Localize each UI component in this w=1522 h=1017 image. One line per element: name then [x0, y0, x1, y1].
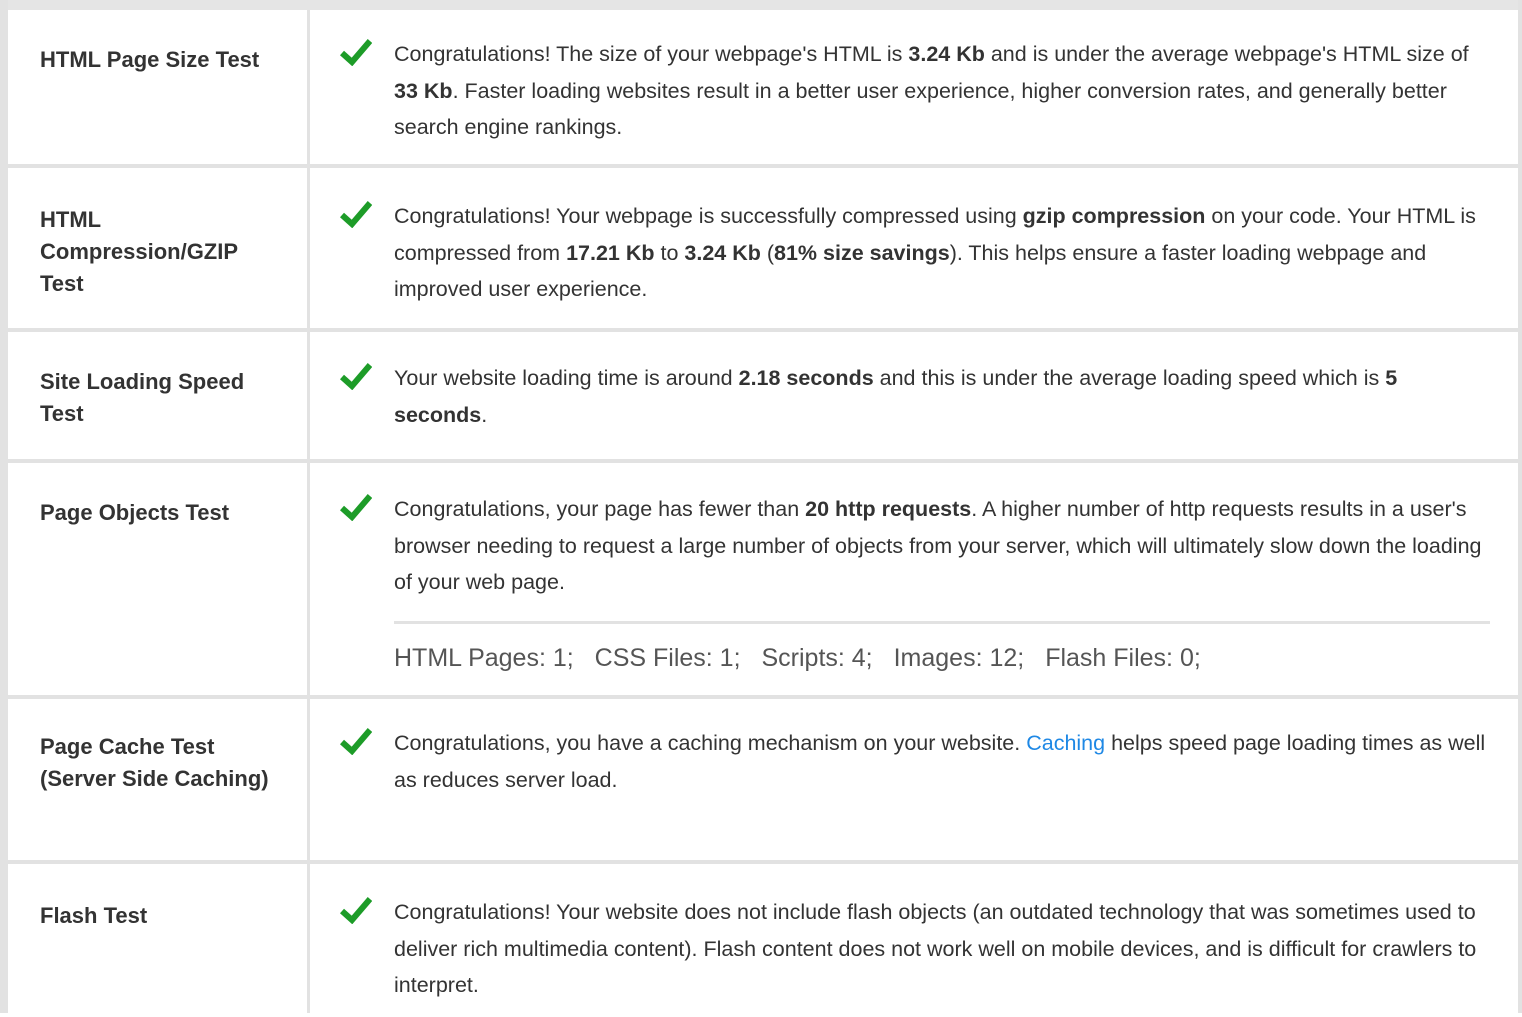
test-result: Congratulations! The size of your webpag…	[310, 10, 1518, 164]
count-css-files: CSS Files: 1;	[594, 643, 741, 672]
test-label: Page Objects Test	[8, 463, 310, 695]
checkmark-icon	[339, 727, 373, 860]
result-text: Congratulations! The size of your webpag…	[394, 42, 1469, 139]
seo-results-table: HTML Page Size Test Congratulations! The…	[0, 10, 1522, 1013]
count-scripts: Scripts: 4;	[761, 643, 873, 672]
test-result: Congratulations! Your webpage is success…	[310, 168, 1518, 328]
test-label: Flash Test	[8, 864, 310, 1013]
test-result: Congratulations, you have a caching mech…	[310, 699, 1518, 860]
table-row-html-compression: HTML Compression/GZIP Test Congratulatio…	[8, 168, 1518, 332]
result-text: Congratulations! Your website does not i…	[394, 900, 1477, 997]
test-result: Congratulations! Your website does not i…	[310, 864, 1518, 1013]
table-row-page-cache: Page Cache Test (Server Side Caching) Co…	[8, 699, 1518, 864]
test-label: HTML Page Size Test	[8, 10, 310, 164]
result-text: Congratulations, you have a caching mech…	[394, 731, 1486, 792]
result-text: Congratulations, your page has fewer tha…	[394, 497, 1482, 594]
table-row-site-loading-speed: Site Loading Speed Test Your website loa…	[8, 332, 1518, 463]
result-text: Congratulations! Your webpage is success…	[394, 204, 1476, 301]
table-row-page-objects: Page Objects Test Congratulations, your …	[8, 463, 1518, 699]
checkmark-icon	[339, 896, 373, 1013]
test-label: Page Cache Test (Server Side Caching)	[8, 699, 310, 860]
result-text: Your website loading time is around 2.18…	[394, 366, 1398, 427]
count-html-pages: HTML Pages: 1;	[394, 643, 574, 672]
object-counts: HTML Pages: 1; CSS Files: 1; Scripts: 4;…	[394, 636, 1490, 680]
table-row-flash: Flash Test Congratulations! Your website…	[8, 864, 1518, 1013]
checkmark-icon	[339, 38, 373, 164]
count-flash-files: Flash Files: 0;	[1045, 643, 1201, 672]
count-images: Images: 12;	[893, 643, 1025, 672]
test-label: HTML Compression/GZIP Test	[8, 168, 310, 328]
checkmark-icon	[339, 362, 373, 459]
test-label: Site Loading Speed Test	[8, 332, 310, 459]
table-row-html-page-size: HTML Page Size Test Congratulations! The…	[8, 10, 1518, 168]
caching-link[interactable]: Caching	[1026, 731, 1105, 755]
top-border	[0, 0, 1522, 10]
checkmark-icon	[339, 200, 373, 328]
checkmark-icon	[339, 493, 373, 695]
result-body: Congratulations, your page has fewer tha…	[394, 491, 1490, 695]
test-result: Congratulations, your page has fewer tha…	[310, 463, 1518, 695]
divider	[394, 620, 1490, 624]
test-result: Your website loading time is around 2.18…	[310, 332, 1518, 459]
